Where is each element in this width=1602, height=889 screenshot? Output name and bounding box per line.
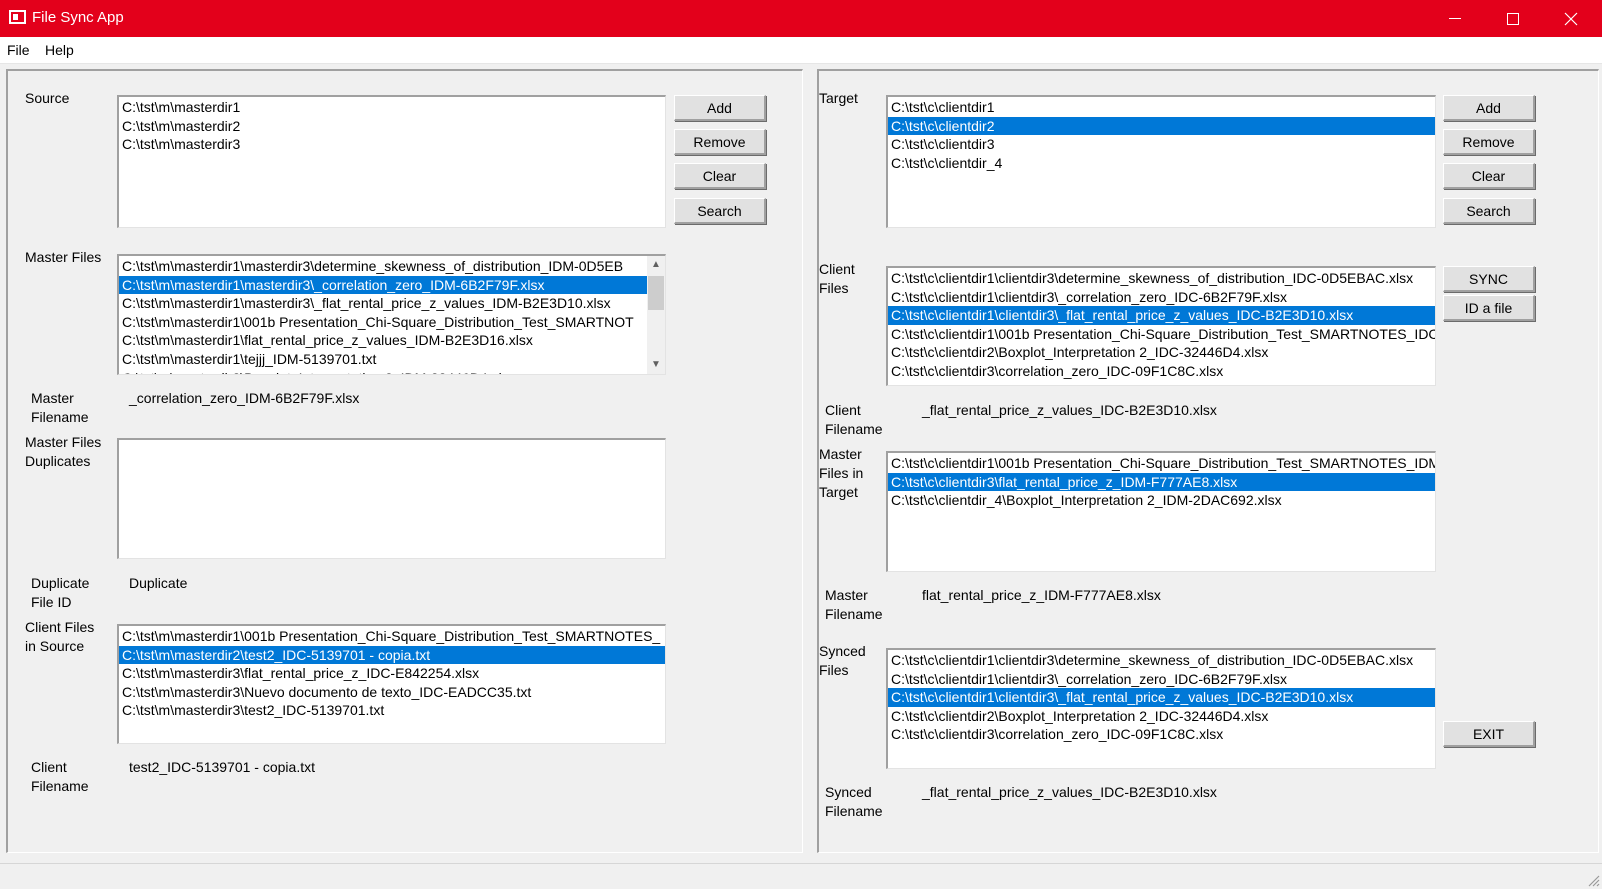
master-files-listbox[interactable]: C:\tst\m\masterdir1\masterdir3\determine…: [117, 254, 666, 375]
list-item[interactable]: C:\tst\m\masterdir1\masterdir3\_correlat…: [119, 275, 647, 295]
list-item[interactable]: C:\tst\m\masterdir1\001b Presentation_Ch…: [119, 627, 665, 646]
list-item[interactable]: C:\tst\m\masterdir3\flat_rental_price_z_…: [119, 664, 665, 683]
list-item[interactable]: C:\tst\m\masterdir2\test2_IDC-5139701 - …: [119, 645, 665, 665]
client-files-listbox[interactable]: C:\tst\c\clientdir1\clientdir3\determine…: [886, 266, 1436, 386]
source-search-button[interactable]: Search: [674, 198, 766, 224]
scroll-up-icon[interactable]: ▲: [647, 256, 665, 274]
master-in-target-listbox[interactable]: C:\tst\c\clientdir1\001b Presentation_Ch…: [886, 451, 1436, 572]
synced-files-label: Synced Files: [819, 643, 866, 678]
list-item[interactable]: C:\tst\m\masterdir1\001b Presentation_Ch…: [119, 313, 647, 332]
list-item[interactable]: C:\tst\c\clientdir1\clientdir3\determine…: [888, 269, 1435, 288]
maximize-icon: [1507, 12, 1519, 25]
source-label: Source: [25, 90, 70, 106]
vertical-scrollbar[interactable]: ▲ ▼: [647, 256, 665, 374]
master-duplicates-listbox[interactable]: [117, 438, 666, 559]
list-item[interactable]: C:\tst\c\clientdir1\clientdir3\_flat_ren…: [888, 688, 1435, 707]
list-item[interactable]: C:\tst\c\clientdir3\correlation_zero_IDC…: [888, 362, 1435, 381]
synced-files-listbox[interactable]: C:\tst\c\clientdir1\clientdir3\determine…: [886, 648, 1436, 769]
menu-bar: File Help: [0, 37, 1602, 64]
minimize-icon: [1449, 18, 1461, 19]
master-duplicates-label: Master Files Duplicates: [25, 434, 102, 469]
target-label: Target: [819, 90, 858, 106]
list-item[interactable]: C:\tst\m\masterdir3\Nuevo documento de t…: [119, 683, 665, 702]
list-item[interactable]: C:\tst\c\clientdir1: [888, 98, 1435, 117]
synced-filename-value: _flat_rental_price_z_values_IDC-B2E3D10.…: [922, 784, 1217, 800]
client-files-in-source-label: Client Files in Source: [25, 619, 95, 654]
list-item[interactable]: C:\tst\c\clientdir1\clientdir3\determine…: [888, 651, 1435, 670]
client-filename-label: Client Filename: [31, 759, 89, 794]
list-item[interactable]: C:\tst\m\masterdir2\Boxplot_Interpretati…: [119, 369, 647, 374]
client-files-label: Client Files: [819, 261, 855, 296]
menu-file[interactable]: File: [7, 42, 30, 58]
minimize-button[interactable]: [1426, 0, 1484, 37]
close-icon: [1564, 12, 1578, 25]
scroll-thumb[interactable]: [648, 276, 664, 310]
list-item[interactable]: C:\tst\m\masterdir1\masterdir3\determine…: [119, 257, 647, 276]
target-remove-button[interactable]: Remove: [1443, 129, 1535, 155]
master-in-target-label: Master Files in Target: [819, 446, 864, 500]
list-item[interactable]: C:\tst\m\masterdir1\masterdir3\_flat_ren…: [119, 294, 647, 313]
client-filename-value-right: _flat_rental_price_z_values_IDC-B2E3D10.…: [922, 402, 1217, 418]
master-filename-label: Master Filename: [31, 390, 89, 425]
list-item[interactable]: C:\tst\c\clientdir1\clientdir3\_correlat…: [888, 288, 1435, 307]
list-item[interactable]: C:\tst\c\clientdir1\clientdir3\_correlat…: [888, 670, 1435, 689]
list-item[interactable]: C:\tst\c\clientdir1\001b Presentation_Ch…: [888, 454, 1435, 473]
master-filename-value-right: flat_rental_price_z_IDM-F777AE8.xlsx: [922, 587, 1161, 603]
resize-grip-icon[interactable]: [1584, 871, 1600, 887]
list-item[interactable]: C:\tst\c\clientdir3\correlation_zero_IDC…: [888, 725, 1435, 744]
list-item[interactable]: C:\tst\m\masterdir3: [119, 135, 665, 154]
list-item[interactable]: C:\tst\c\clientdir3: [888, 135, 1435, 154]
target-listbox[interactable]: C:\tst\c\clientdir1 C:\tst\c\clientdir2 C:…: [886, 95, 1436, 228]
maximize-button[interactable]: [1484, 0, 1542, 37]
source-clear-button[interactable]: Clear: [674, 163, 766, 189]
source-remove-button[interactable]: Remove: [674, 129, 766, 155]
list-item[interactable]: C:\tst\m\masterdir2: [119, 117, 665, 136]
list-item[interactable]: C:\tst\c\clientdir2\Boxplot_Interpretati…: [888, 343, 1435, 362]
client-files-in-source-listbox[interactable]: C:\tst\m\masterdir1\001b Presentation_Ch…: [117, 624, 666, 744]
exit-button[interactable]: EXIT: [1443, 721, 1535, 747]
menu-help[interactable]: Help: [45, 42, 74, 58]
list-item[interactable]: C:\tst\c\clientdir_4: [888, 154, 1435, 173]
id-a-file-button[interactable]: ID a file: [1443, 295, 1535, 321]
status-bar: [0, 863, 1602, 889]
master-files-label: Master Files: [25, 249, 102, 265]
master-filename-label-right: Master Filename: [825, 587, 883, 622]
target-search-button[interactable]: Search: [1443, 198, 1535, 224]
app-icon: [9, 10, 26, 24]
source-add-button[interactable]: Add: [674, 95, 766, 121]
master-filename-value: _correlation_zero_IDM-6B2F79F.xlsx: [129, 390, 360, 406]
target-clear-button[interactable]: Clear: [1443, 163, 1535, 189]
list-item[interactable]: C:\tst\c\clientdir2: [888, 116, 1435, 136]
list-item[interactable]: C:\tst\m\masterdir1\flat_rental_price_z_…: [119, 331, 647, 350]
client-filename-value: test2_IDC-5139701 - copia.txt: [129, 759, 315, 775]
window-title: File Sync App: [32, 9, 124, 26]
target-add-button[interactable]: Add: [1443, 95, 1535, 121]
list-item[interactable]: C:\tst\c\clientdir2\Boxplot_Interpretati…: [888, 707, 1435, 726]
list-item[interactable]: C:\tst\m\masterdir3\test2_IDC-5139701.tx…: [119, 701, 665, 720]
list-item[interactable]: C:\tst\m\masterdir1\tejjj_IDM-5139701.tx…: [119, 350, 647, 369]
title-bar: File Sync App: [0, 0, 1602, 37]
duplicate-file-id-value: Duplicate: [129, 575, 188, 591]
scroll-down-icon[interactable]: ▼: [647, 356, 665, 374]
close-button[interactable]: [1542, 0, 1600, 37]
list-item[interactable]: C:\tst\c\clientdir1\001b Presentation_Ch…: [888, 325, 1435, 344]
list-item[interactable]: C:\tst\c\clientdir1\clientdir3\_flat_ren…: [888, 306, 1435, 325]
sync-button[interactable]: SYNC: [1443, 266, 1535, 292]
client-filename-label-right: Client Filename: [825, 402, 883, 437]
source-listbox[interactable]: C:\tst\m\masterdir1 C:\tst\m\masterdir2 C:…: [117, 95, 666, 228]
list-item[interactable]: C:\tst\c\clientdir_4\Boxplot_Interpretat…: [888, 491, 1435, 510]
list-item[interactable]: C:\tst\m\masterdir1: [119, 98, 665, 117]
duplicate-file-id-label: Duplicate File ID: [31, 575, 90, 610]
synced-filename-label: Synced Filename: [825, 784, 883, 819]
list-item[interactable]: C:\tst\c\clientdir3\flat_rental_price_z_…: [888, 472, 1435, 492]
